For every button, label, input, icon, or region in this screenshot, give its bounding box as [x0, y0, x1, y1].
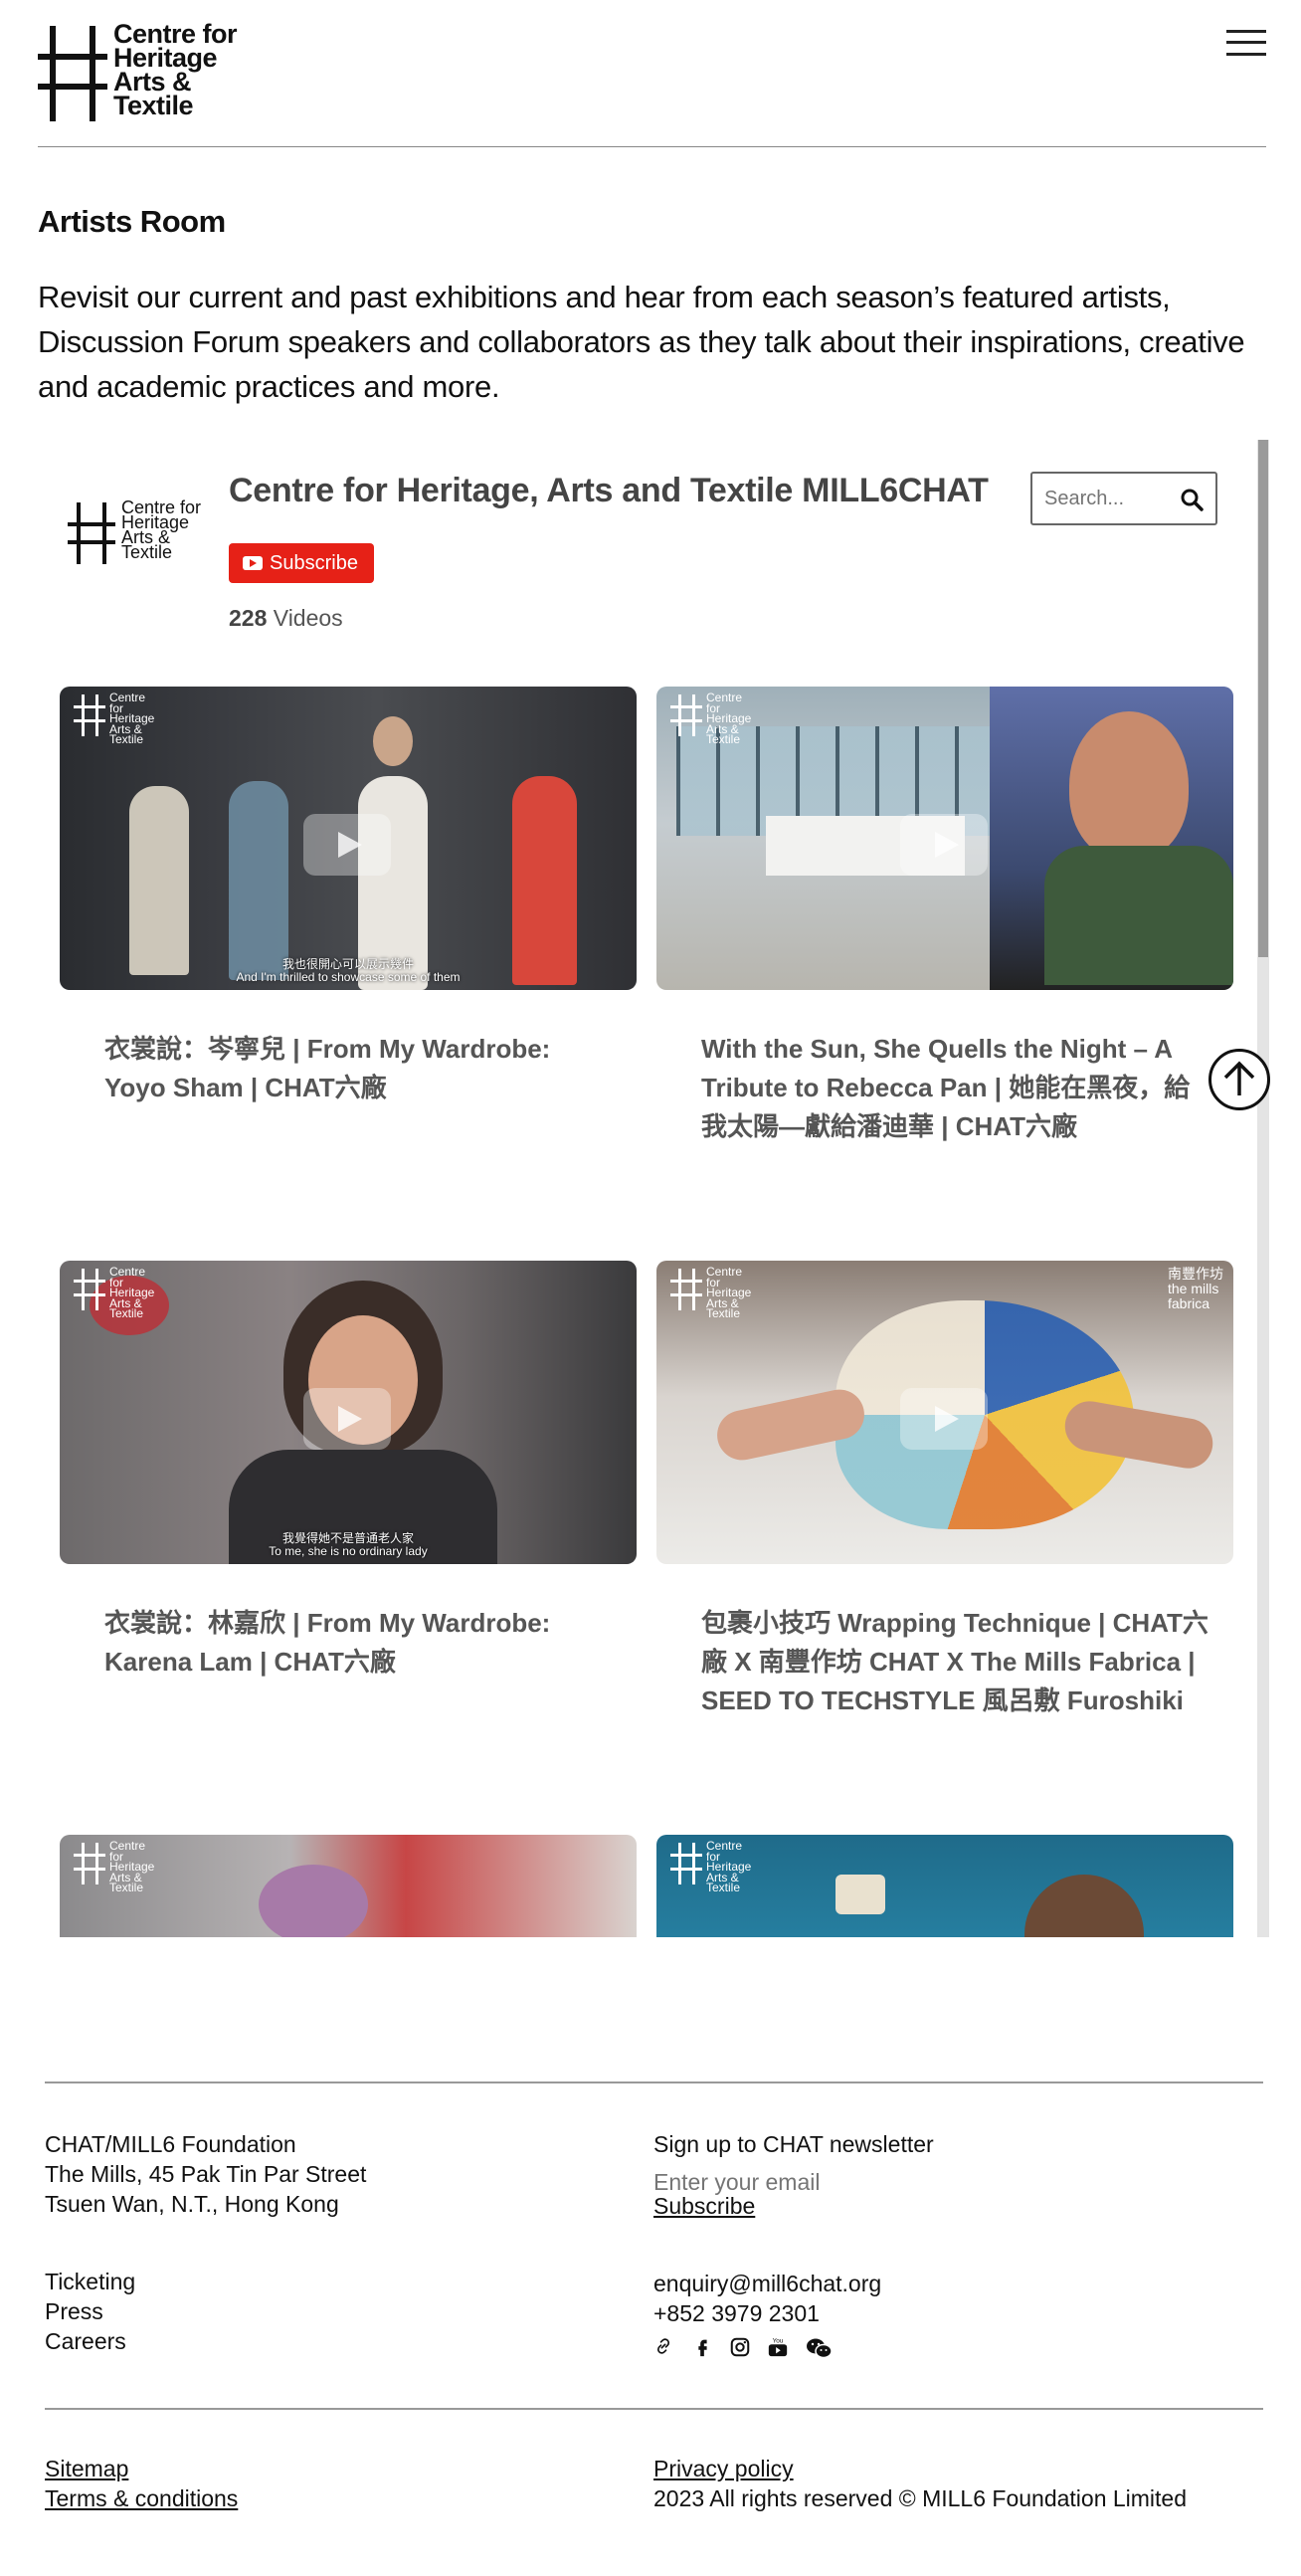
youtube-icon[interactable]: You [767, 2336, 791, 2360]
newsletter-subscribe-label[interactable]: Subscribe [653, 2193, 755, 2219]
video-thumbnail[interactable]: Centre for Heritage Arts & Textile [656, 1835, 1233, 1937]
footer-link-ticketing[interactable]: Ticketing [45, 2267, 135, 2296]
youtube-icon [243, 556, 263, 570]
video-thumbnail[interactable]: Centre for Heritage Arts & Textile [656, 687, 1233, 990]
logo-text: Centre for Heritage Arts & Textile [113, 21, 238, 120]
play-icon [303, 814, 391, 876]
privacy-policy-link[interactable]: Privacy policy [653, 2456, 794, 2481]
video-subtitle: 我覺得她不是普通老人家 To me, she is no ordinary la… [60, 1532, 637, 1558]
address-line: CHAT/MILL6 Foundation [45, 2131, 296, 2157]
video-subtitle: 我也很開心可以展示幾件 And I'm thrilled to showcase… [60, 958, 637, 984]
page-intro: Revisit our current and past exhibitions… [38, 280, 1245, 404]
site-logo[interactable]: Centre for Heritage Arts & Textile [38, 21, 247, 121]
chat-logo-badge-icon: Centre for Heritage Arts & Textile [670, 1265, 751, 1319]
subtitle-en: To me, she is no ordinary lady [269, 1544, 428, 1558]
address-line: Tsuen Wan, N.T., Hong Kong [45, 2191, 339, 2217]
instagram-icon[interactable] [729, 2336, 753, 2360]
svg-text:You: You [773, 2337, 784, 2344]
video-title[interactable]: With the Sun, She Quells the Night – A T… [701, 1030, 1208, 1146]
address-line: The Mills, 45 Pak Tin Par Street [45, 2161, 367, 2187]
channel-search-box [1030, 472, 1217, 525]
search-icon[interactable] [1180, 488, 1204, 511]
channel-avatar[interactable]: Centre for Heritage Arts & Textile [68, 495, 207, 569]
logo-line: Textile [113, 91, 194, 120]
newsletter-subscribe-link[interactable]: Subscribe [653, 2191, 755, 2221]
newsletter-label: Sign up to CHAT newsletter [653, 2131, 934, 2157]
mills-fabrica-logo: 南豐作坊 the mills fabrica [1168, 1267, 1223, 1311]
video-count-number: 228 [229, 605, 268, 631]
widget-scrollbar[interactable] [1257, 440, 1269, 1937]
chat-logo-badge-icon: Centre for Heritage Arts & Textile [74, 691, 154, 745]
footer-legal-left: Sitemap Terms & conditions [45, 2454, 238, 2513]
mills-mark-line: the mills [1168, 1281, 1219, 1296]
video-count: 228 Videos [229, 605, 343, 632]
play-icon [900, 814, 988, 876]
badge-line: Centre for [109, 691, 146, 715]
channel-logo-mark-icon [68, 502, 115, 564]
terms-link[interactable]: Terms & conditions [45, 2485, 238, 2511]
footer-link-careers[interactable]: Careers [45, 2326, 135, 2356]
subscribe-label: Subscribe [270, 551, 358, 574]
badge-line: Centre for [706, 691, 743, 715]
site-header: Centre for Heritage Arts & Textile [38, 21, 1266, 147]
chat-logo-badge-icon: Centre for Heritage Arts & Textile [670, 691, 751, 745]
badge-line: Textile [109, 1881, 144, 1894]
badge-line: Textile [109, 1306, 144, 1320]
arrow-up-icon [1223, 1061, 1255, 1095]
channel-logo-line: Textile [121, 542, 173, 562]
footer-legal-right: Privacy policy 2023 All rights reserved … [653, 2454, 1187, 2513]
video-thumbnail[interactable]: Centre for Heritage Arts & Textile [60, 1835, 637, 1937]
footer-link-press[interactable]: Press [45, 2296, 135, 2326]
sitemap-link[interactable]: Sitemap [45, 2456, 128, 2481]
mills-mark-line: 南豐作坊 [1168, 1266, 1223, 1282]
badge-line: Centre for [706, 1265, 743, 1289]
facebook-icon[interactable] [691, 2336, 715, 2360]
video-title[interactable]: 衣裳說：林嘉欣 | From My Wardrobe: Karena Lam |… [104, 1604, 612, 1682]
link-icon[interactable] [653, 2336, 677, 2360]
hamburger-menu-icon[interactable] [1226, 28, 1266, 58]
channel-logo-text: Centre for Heritage Arts & Textile [121, 498, 201, 562]
footer-email[interactable]: enquiry@mill6chat.org [653, 2269, 881, 2298]
badge-line: Textile [706, 1306, 741, 1320]
badge-line: Centre for [109, 1839, 146, 1864]
video-count-label: Videos [273, 605, 343, 631]
social-links: You [653, 2336, 833, 2360]
video-title[interactable]: 包裹小技巧 Wrapping Technique | CHAT六廠 X 南豐作坊… [701, 1604, 1208, 1720]
scroll-to-top-button[interactable] [1208, 1049, 1270, 1110]
footer-divider [45, 2081, 1263, 2083]
logo-mark-icon [38, 26, 107, 121]
badge-line: Textile [109, 732, 144, 746]
badge-line: Textile [706, 1881, 741, 1894]
mills-mark-line: fabrica [1168, 1295, 1210, 1311]
footer-divider [45, 2408, 1263, 2410]
badge-line: Textile [706, 732, 741, 746]
youtube-channel-widget: Centre for Heritage Arts & Textile Centr… [38, 440, 1269, 1937]
video-thumbnail[interactable]: Centre for Heritage Arts & Textile 我覺得她不… [60, 1261, 637, 1564]
channel-search-input[interactable] [1044, 484, 1174, 513]
copyright-text: 2023 All rights reserved © MILL6 Foundat… [653, 2485, 1188, 2511]
youtube-subscribe-button[interactable]: Subscribe [229, 543, 374, 583]
play-icon [900, 1388, 988, 1450]
footer-phone: +852 3979 2301 [653, 2300, 820, 2326]
video-thumbnail[interactable]: Centre for Heritage Arts & Textile 我也很開心… [60, 687, 637, 990]
subtitle-en: And I'm thrilled to showcase some of the… [236, 970, 461, 984]
page-title: Artists Room [38, 204, 226, 239]
channel-name[interactable]: Centre for Heritage, Arts and Textile MI… [229, 472, 989, 510]
footer-links: Ticketing Press Careers [45, 2267, 135, 2356]
video-title[interactable]: 衣裳說：岑寧兒 | From My Wardrobe: Yoyo Sham | … [104, 1030, 612, 1107]
wechat-icon[interactable] [805, 2336, 833, 2360]
badge-line: Centre for [706, 1839, 743, 1864]
scrollbar-thumb[interactable] [1258, 440, 1268, 957]
video-thumbnail[interactable]: Centre for Heritage Arts & Textile 南豐作坊 … [656, 1261, 1233, 1564]
badge-line: Centre for [109, 1265, 146, 1289]
chat-logo-badge-icon: Centre for Heritage Arts & Textile [74, 1265, 154, 1319]
chat-logo-badge-icon: Centre for Heritage Arts & Textile [74, 1839, 154, 1893]
chat-logo-badge-icon: Centre for Heritage Arts & Textile [670, 1839, 751, 1893]
footer-address: CHAT/MILL6 Foundation The Mills, 45 Pak … [45, 2129, 366, 2219]
play-icon [303, 1388, 391, 1450]
